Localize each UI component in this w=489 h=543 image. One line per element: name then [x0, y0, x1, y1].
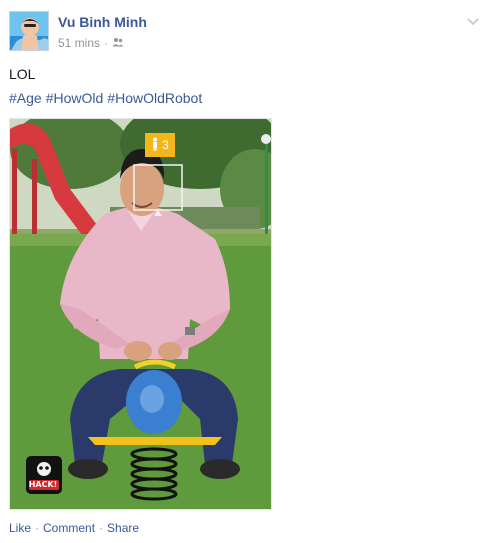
share-link[interactable]: Share — [107, 521, 139, 535]
post-meta: 51 mins · — [58, 36, 124, 50]
age-badge: 3 — [145, 133, 175, 157]
action-separator: · — [99, 521, 104, 535]
post-time[interactable]: 51 mins — [58, 36, 100, 50]
friends-icon[interactable] — [112, 36, 124, 50]
hashtag-link[interactable]: #HowOld — [46, 90, 104, 106]
action-separator: · — [35, 521, 40, 535]
hashtag-list: #Age #HowOld #HowOldRobot — [9, 90, 206, 106]
age-value: 3 — [162, 138, 169, 152]
hashtag-link[interactable]: #Age — [9, 90, 42, 106]
watermark-label: HACK! — [28, 480, 58, 489]
chevron-down-icon[interactable] — [464, 12, 482, 30]
author-name[interactable]: Vu Binh Minh — [58, 14, 147, 30]
person-icon — [151, 137, 159, 154]
post-actions: Like · Comment · Share — [9, 521, 139, 535]
post-text: LOL — [9, 66, 36, 82]
comment-link[interactable]: Comment — [43, 521, 95, 535]
like-link[interactable]: Like — [9, 521, 31, 535]
feed-post: Vu Binh Minh 51 mins · LOL #Age #HowOld #H… — [0, 0, 489, 543]
meta-separator: · — [104, 36, 109, 50]
avatar[interactable] — [9, 11, 49, 51]
hashtag-link[interactable]: #HowOldRobot — [107, 90, 202, 106]
post-photo[interactable] — [9, 118, 272, 510]
